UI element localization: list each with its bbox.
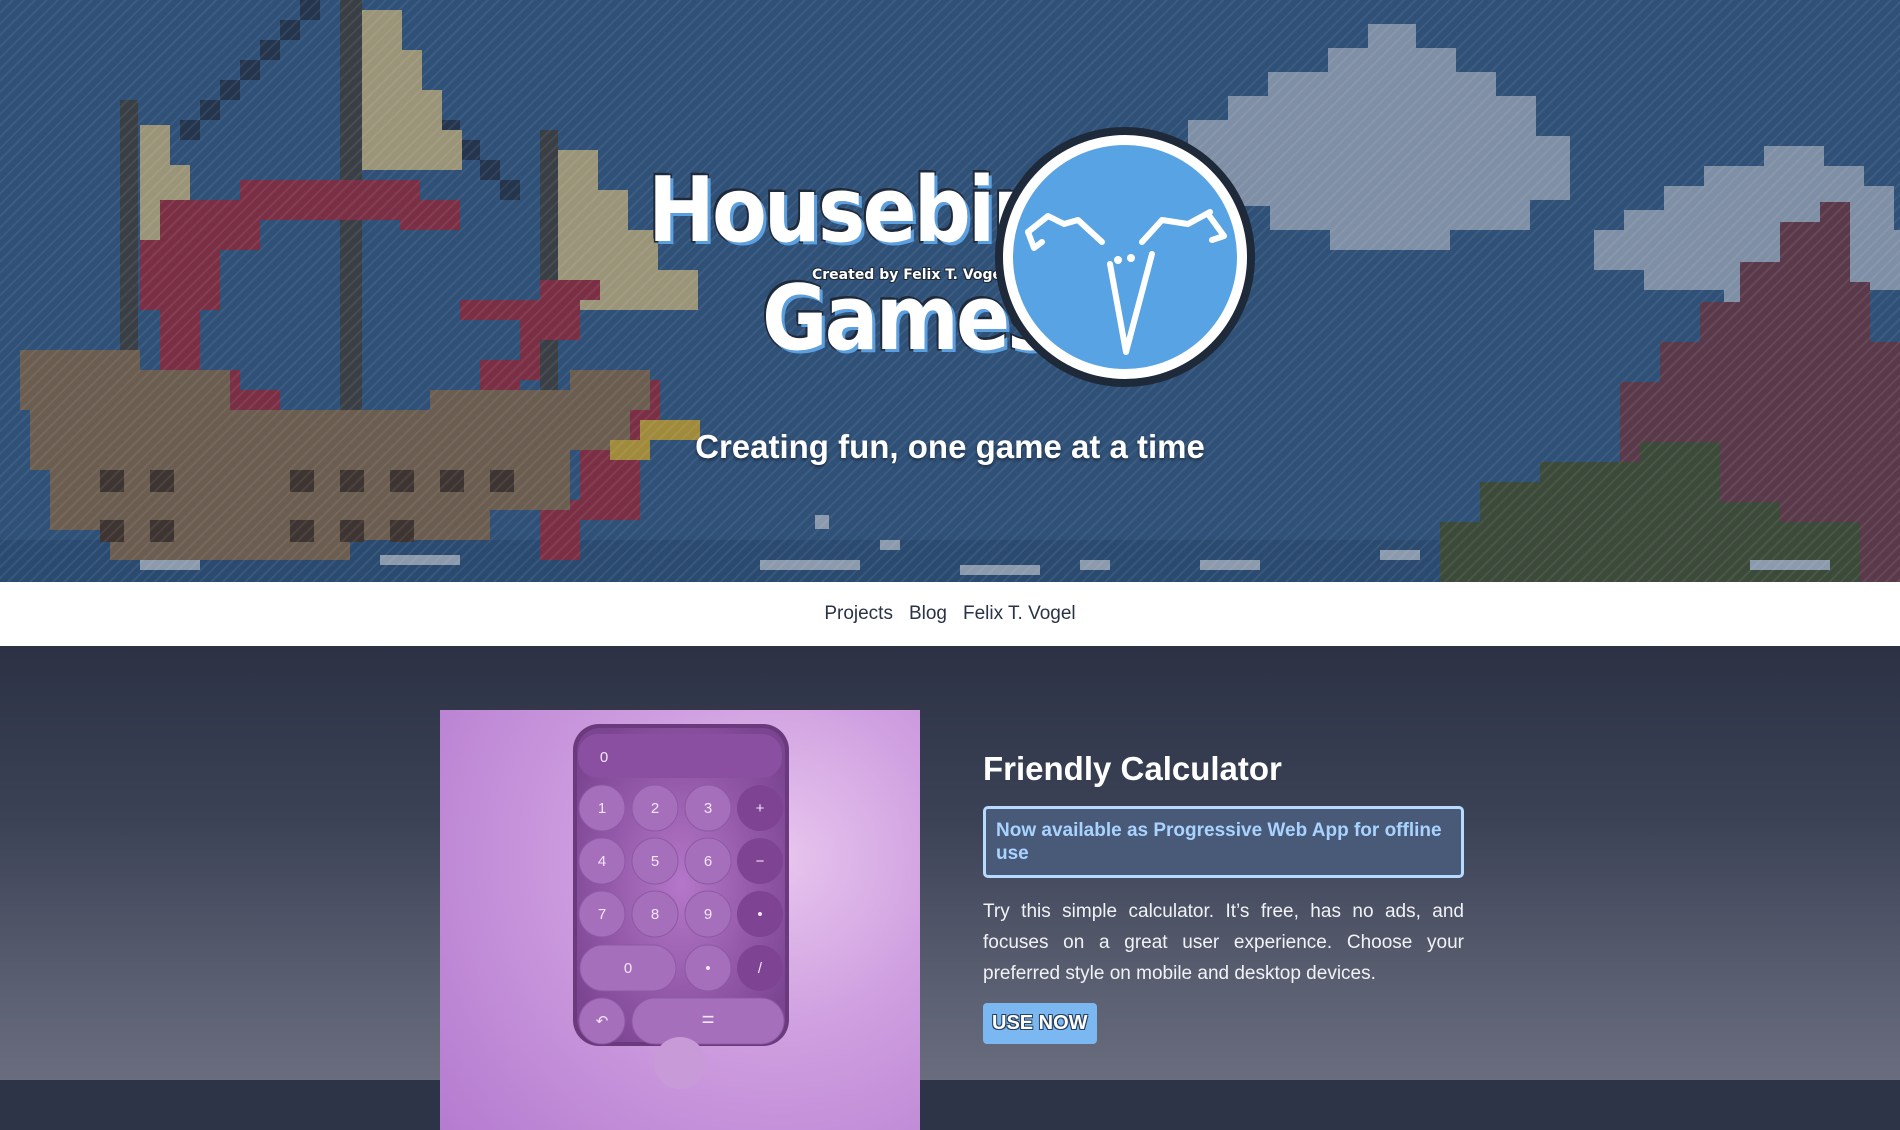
tagline: Creating fun, one game at a time	[695, 428, 1205, 465]
bird-logo-icon	[995, 127, 1255, 387]
hero-banner: Housebird Created by Felix T. Vogel Game…	[0, 0, 1900, 582]
calc-key: ↶	[596, 1013, 609, 1030]
calculator-preview-image: 0 1 2 3 + 4 5 6 − 7 8 9 • 0 • / ↶ =	[573, 724, 789, 1089]
calc-key: •	[757, 906, 762, 923]
project-screenshot-friendly-calculator[interactable]: 0 1 2 3 + 4 5 6 − 7 8 9 • 0 • / ↶ =	[440, 710, 920, 1130]
calc-key: 8	[651, 906, 659, 923]
main-navigation: Projects Blog Felix T. Vogel	[0, 582, 1900, 646]
pwa-notice: Now available as Progressive Web App for…	[983, 806, 1464, 878]
calc-key: 5	[651, 853, 659, 870]
calc-key: 6	[704, 853, 712, 870]
use-now-button[interactable]: USE NOW	[983, 1003, 1097, 1044]
calc-key: 7	[598, 906, 606, 923]
nav-link-projects[interactable]: Projects	[824, 601, 893, 627]
calc-key: 9	[704, 906, 712, 923]
calc-key: =	[702, 1007, 715, 1032]
calc-key: •	[705, 960, 710, 977]
site-logo[interactable]: Housebird Created by Felix T. Vogel Game…	[640, 124, 1260, 394]
calc-key: +	[756, 800, 765, 817]
nav-link-blog[interactable]: Blog	[909, 601, 947, 627]
project-description: Try this simple calculator. It’s free, h…	[983, 901, 1464, 984]
calc-key: 0	[624, 960, 632, 977]
project-title: Friendly Calculator	[983, 750, 1282, 787]
calc-key: 3	[704, 800, 712, 817]
calculator-display-value: 0	[600, 749, 608, 766]
calc-key: 1	[598, 800, 606, 817]
calc-key: −	[756, 853, 765, 870]
nav-link-felix-t-vogel[interactable]: Felix T. Vogel	[963, 601, 1076, 627]
projects-section: 0 1 2 3 + 4 5 6 − 7 8 9 • 0 • / ↶ = Frie…	[0, 646, 1900, 1130]
calc-key: 4	[598, 853, 606, 870]
calc-key: 2	[651, 800, 659, 817]
project-details: Friendly Calculator Now available as Pro…	[983, 750, 1464, 1044]
